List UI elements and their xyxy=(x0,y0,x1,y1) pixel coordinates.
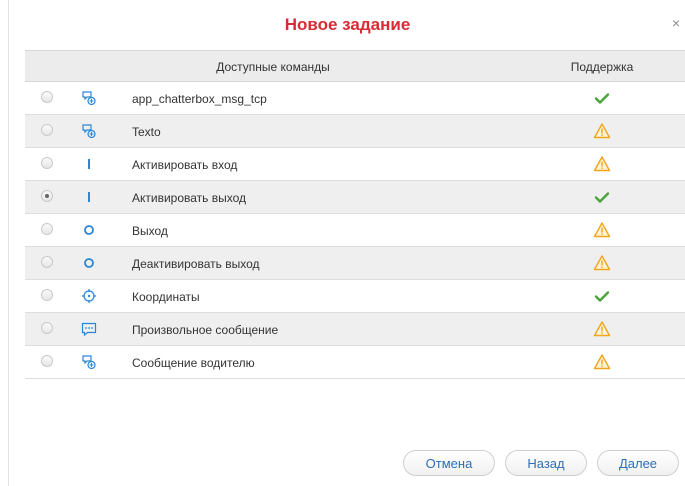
column-header-support: Поддержка xyxy=(570,60,634,74)
next-button[interactable]: Далее xyxy=(597,450,679,476)
back-button[interactable]: Назад xyxy=(505,450,587,476)
dialog-title: Новое задание xyxy=(284,15,411,34)
crosshair-icon xyxy=(81,288,97,304)
row-radio[interactable] xyxy=(41,124,53,136)
cancel-button[interactable]: Отмена xyxy=(403,450,495,476)
table-row[interactable]: Координаты xyxy=(25,280,685,313)
row-radio[interactable] xyxy=(41,91,53,103)
row-radio[interactable] xyxy=(41,256,53,268)
new-task-dialog: Новое задание × Доступные команды Поддер… xyxy=(8,0,685,486)
warning-icon xyxy=(593,122,611,140)
input-bar-icon xyxy=(81,156,97,172)
output-circle-icon xyxy=(81,255,97,271)
chat-dots-icon xyxy=(81,321,97,337)
row-radio[interactable] xyxy=(41,289,53,301)
command-name: Активировать вход xyxy=(132,158,238,172)
message-bubbles-icon xyxy=(81,354,97,370)
command-name: Сообщение водителю xyxy=(132,356,255,370)
row-radio[interactable] xyxy=(41,322,53,334)
command-name: Активировать выход xyxy=(132,191,247,205)
row-radio[interactable] xyxy=(41,355,53,367)
table-header: Доступные команды Поддержка xyxy=(25,51,685,82)
close-icon[interactable]: × xyxy=(672,16,684,30)
table-row[interactable]: Деактивировать выход xyxy=(25,247,685,280)
table-row[interactable]: app_chatterbox_msg_tcp xyxy=(25,82,685,115)
input-bar-icon xyxy=(81,189,97,205)
warning-icon xyxy=(593,254,611,272)
row-radio[interactable] xyxy=(41,157,53,169)
warning-icon xyxy=(593,320,611,338)
row-radio[interactable] xyxy=(41,223,53,235)
column-header-commands: Доступные команды xyxy=(216,60,330,74)
row-radio[interactable] xyxy=(41,190,53,202)
checkmark-icon xyxy=(593,287,611,305)
table-row[interactable]: Активировать вход xyxy=(25,148,685,181)
checkmark-icon xyxy=(593,89,611,107)
table-row[interactable]: Активировать выход xyxy=(25,181,685,214)
output-circle-icon xyxy=(81,222,97,238)
commands-table: Доступные команды Поддержка app_chatterb… xyxy=(25,50,685,379)
warning-icon xyxy=(593,221,611,239)
table-row[interactable]: Произвольное сообщение xyxy=(25,313,685,346)
command-name: app_chatterbox_msg_tcp xyxy=(132,92,267,106)
command-name: Выход xyxy=(132,224,168,238)
table-row[interactable]: Выход xyxy=(25,214,685,247)
command-name: Координаты xyxy=(132,290,200,304)
command-name: Texto xyxy=(132,125,161,139)
command-name: Деактивировать выход xyxy=(132,257,260,271)
checkmark-icon xyxy=(593,188,611,206)
warning-icon xyxy=(593,155,611,173)
message-bubbles-icon xyxy=(81,123,97,139)
table-row[interactable]: Texto xyxy=(25,115,685,148)
command-name: Произвольное сообщение xyxy=(132,323,279,337)
message-bubbles-icon xyxy=(81,90,97,106)
warning-icon xyxy=(593,353,611,371)
table-row[interactable]: Сообщение водителю xyxy=(25,346,685,379)
